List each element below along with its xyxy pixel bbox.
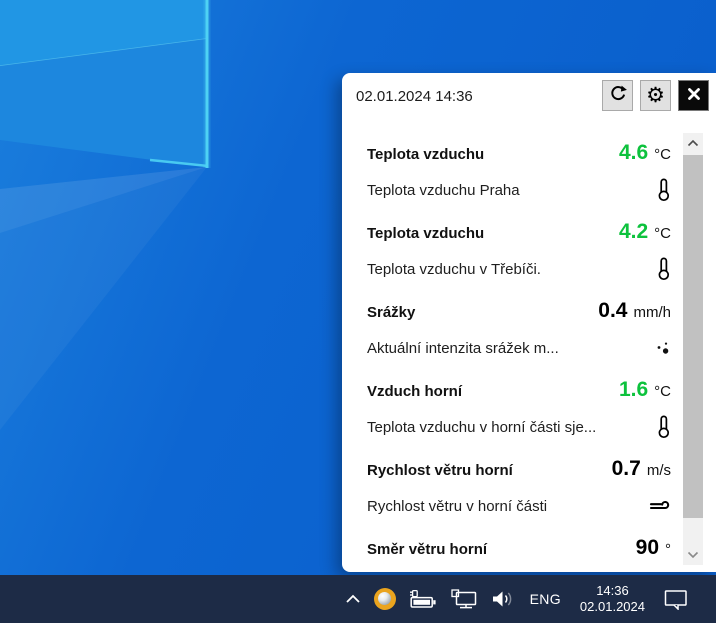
thermometer-icon	[649, 415, 671, 439]
language-indicator[interactable]: ENG	[530, 591, 561, 607]
sensor-row-top: Rychlost větru horní 0.7 m/s	[367, 457, 671, 481]
sensor-title: Vzduch horní	[367, 382, 462, 402]
sensor-row-top: Srážky 0.4 mm/h	[367, 299, 671, 323]
taskbar-clock[interactable]: 14:36 02.01.2024	[580, 583, 645, 615]
sensor-value-wrap: 0.7 m/s	[612, 457, 671, 481]
sensor-list: Teplota vzduchu 4.6 °C Teplota vzduchu P…	[342, 141, 716, 572]
refresh-icon	[608, 84, 628, 107]
taskbar-date: 02.01.2024	[580, 599, 645, 615]
header-buttons: ⚙	[602, 80, 709, 111]
sensor-subtitle: Teplota vzduchu Praha	[367, 182, 520, 199]
sensor-unit: mm/h	[634, 304, 672, 321]
sensor-value-wrap: 4.2 °C	[619, 220, 671, 244]
scrollbar[interactable]	[683, 133, 703, 565]
battery-charging-icon[interactable]	[409, 589, 437, 609]
sensor-value-wrap: 4.6 °C	[619, 141, 671, 165]
chevron-down-icon	[687, 546, 699, 564]
sensor-title: Teplota vzduchu	[367, 224, 484, 244]
sensor-unit: m/s	[647, 462, 671, 479]
sensor-title: Směr větru horní	[367, 540, 487, 560]
sensor-row[interactable]: Teplota vzduchu 4.6 °C Teplota vzduchu P…	[342, 141, 716, 220]
refresh-button[interactable]	[602, 80, 633, 111]
sensor-row-bottom: Teplota vzduchu Praha	[367, 178, 671, 202]
weather-widget-panel: 02.01.2024 14:36 ⚙	[342, 73, 716, 572]
sensor-value: 0.4	[598, 299, 627, 323]
sensor-value: 4.2	[619, 220, 648, 244]
sensor-unit: °C	[654, 383, 671, 400]
sensor-title: Rychlost větru horní	[367, 461, 513, 481]
sensor-value: 1.6	[619, 378, 648, 402]
desktop: 02.01.2024 14:36 ⚙	[0, 0, 716, 623]
scroll-down-button[interactable]	[683, 545, 703, 565]
sensor-unit: °	[665, 541, 671, 558]
settings-button[interactable]: ⚙	[640, 80, 671, 111]
sensor-value-wrap: 1.6 °C	[619, 378, 671, 402]
gear-icon: ⚙	[646, 85, 665, 106]
sensor-row-bottom: Rychlost větru v horní části	[367, 494, 671, 518]
sensor-value: 90	[636, 536, 659, 560]
thermometer-icon	[649, 178, 671, 202]
sensor-title: Srážky	[367, 303, 415, 323]
close-button[interactable]	[678, 80, 709, 111]
rain-icon	[649, 336, 671, 360]
volume-icon[interactable]	[491, 589, 517, 609]
sensor-row[interactable]: Rychlost větru horní 0.7 m/s Rychlost vě…	[342, 457, 716, 536]
sensor-subtitle: Teplota vzduchu v Třebíči.	[367, 261, 541, 278]
sensor-subtitle: Aktuální intenzita srážek m...	[367, 340, 559, 357]
sensor-unit: °C	[654, 225, 671, 242]
sensor-row-bottom: Aktuální intenzita srážek m...	[367, 336, 671, 360]
system-tray: ENG 14:36 02.01.2024	[345, 583, 688, 615]
scrollbar-thumb[interactable]	[683, 155, 703, 518]
panel-header: 02.01.2024 14:36 ⚙	[342, 73, 716, 131]
sensor-title: Teplota vzduchu	[367, 145, 484, 165]
chevron-up-icon	[687, 134, 699, 152]
sensor-row-top: Směr větru horní 90 °	[367, 536, 671, 560]
scroll-up-button[interactable]	[683, 133, 703, 153]
taskbar: ENG 14:36 02.01.2024	[0, 575, 716, 623]
sensor-row[interactable]: Směr větru horní 90 °	[342, 536, 716, 572]
sensor-row[interactable]: Srážky 0.4 mm/h Aktuální intenzita sráže…	[342, 299, 716, 378]
sensor-value: 0.7	[612, 457, 641, 481]
sensor-row-bottom: Teplota vzduchu v horní části sje...	[367, 415, 671, 439]
sensor-unit: °C	[654, 146, 671, 163]
header-datetime: 02.01.2024 14:36	[356, 88, 473, 105]
notification-center-icon[interactable]	[664, 589, 688, 610]
sensor-row[interactable]: Teplota vzduchu 4.2 °C Teplota vzduchu v…	[342, 220, 716, 299]
hidden-icons-chevron[interactable]	[345, 594, 361, 604]
sensor-value-wrap: 0.4 mm/h	[598, 299, 671, 323]
sensor-value: 4.6	[619, 141, 648, 165]
close-icon	[685, 85, 703, 106]
sensor-row-top: Vzduch horní 1.6 °C	[367, 378, 671, 402]
thermometer-icon	[649, 257, 671, 281]
wind-icon	[649, 494, 671, 518]
sensor-row-top: Teplota vzduchu 4.2 °C	[367, 220, 671, 244]
network-ethernet-icon[interactable]	[450, 589, 478, 609]
orange-app-ball	[378, 592, 391, 605]
sensor-row[interactable]: Vzduch horní 1.6 °C Teplota vzduchu v ho…	[342, 378, 716, 457]
sensor-subtitle: Teplota vzduchu v horní části sje...	[367, 419, 596, 436]
orange-app-icon[interactable]	[374, 588, 396, 610]
sensor-row-top: Teplota vzduchu 4.6 °C	[367, 141, 671, 165]
sensor-value-wrap: 90 °	[636, 536, 671, 560]
taskbar-time: 14:36	[580, 583, 645, 599]
sensor-row-bottom: Teplota vzduchu v Třebíči.	[367, 257, 671, 281]
sensor-subtitle: Rychlost větru v horní části	[367, 498, 547, 515]
